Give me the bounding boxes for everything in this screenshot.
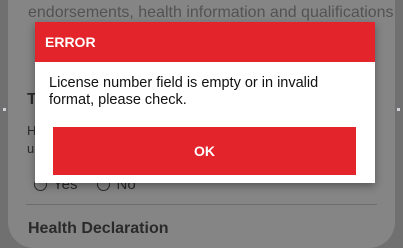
scroll-edge-marker-left: [3, 108, 6, 111]
health-declaration-heading: Health Declaration: [28, 220, 169, 237]
error-dialog: ERROR License number field is empty or i…: [35, 22, 375, 183]
background-question-line2: u: [27, 141, 35, 156]
dialog-title: ERROR: [35, 22, 375, 62]
background-intro-text: endorsements, health information and qua…: [28, 4, 394, 21]
ok-button[interactable]: OK: [53, 127, 356, 175]
scroll-edge-marker-right: [397, 108, 400, 111]
dialog-message: License number field is empty or in inva…: [49, 75, 319, 108]
section-divider: [26, 204, 377, 205]
